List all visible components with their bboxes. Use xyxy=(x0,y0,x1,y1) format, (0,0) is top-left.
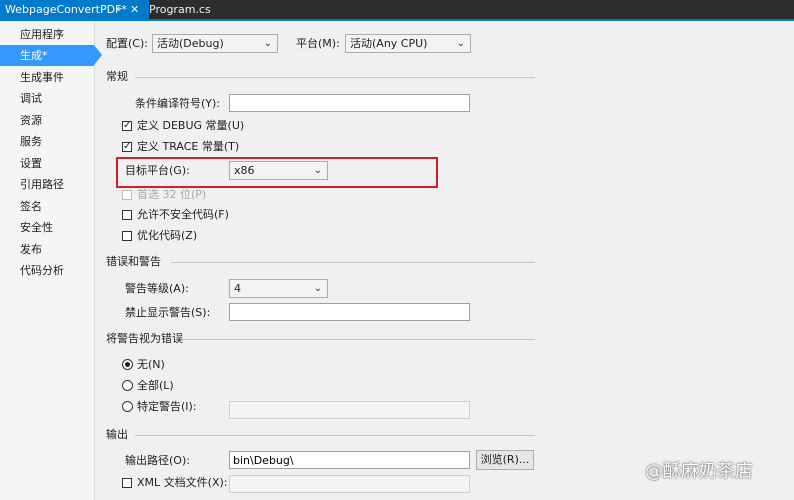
sidebar-item-services[interactable]: 服务 xyxy=(0,131,94,152)
sidebar-item-publish[interactable]: 发布 xyxy=(0,239,94,260)
target-platform-dropdown[interactable]: x86 ⌄ xyxy=(229,161,328,180)
close-icon[interactable]: ✕ xyxy=(130,0,139,19)
treat-none-label: 无(N) xyxy=(137,358,165,371)
tab-webpageconvertpdf[interactable]: WebpageConvertPDF* ⌖ ✕ xyxy=(0,0,149,19)
warning-level-label: 警告等级(A): xyxy=(125,282,189,295)
suppress-warnings-input[interactable] xyxy=(229,303,470,321)
optimize-code-checkbox[interactable] xyxy=(122,231,132,241)
sidebar-item-code-analysis[interactable]: 代码分析 xyxy=(0,260,94,281)
sidebar-item-reference-paths[interactable]: 引用路径 xyxy=(0,174,94,195)
platform-label: 平台(M): xyxy=(296,37,340,50)
prefer-32bit-checkbox xyxy=(122,190,132,200)
output-path-input[interactable] xyxy=(229,451,470,469)
sidebar-item-application[interactable]: 应用程序 xyxy=(0,24,94,45)
chevron-down-icon: ⌄ xyxy=(313,165,322,176)
conditional-symbols-label: 条件编译符号(Y): xyxy=(135,97,221,110)
platform-value: 活动(Any CPU) xyxy=(350,37,428,50)
prefer-32bit-label: 首选 32 位(P) xyxy=(137,188,207,201)
target-platform-value: x86 xyxy=(234,164,255,177)
xml-doc-checkbox[interactable] xyxy=(122,478,132,488)
specific-warnings-input xyxy=(229,401,470,419)
allow-unsafe-label: 允许不安全代码(F) xyxy=(137,208,229,221)
optimize-code-label: 优化代码(Z) xyxy=(137,229,198,242)
watermark-text: @酥麻奶茶店 xyxy=(645,461,753,482)
chevron-down-icon: ⌄ xyxy=(263,38,272,49)
pin-icon[interactable]: ⌖ xyxy=(116,0,122,19)
section-errors-heading: 错误和警告 xyxy=(106,255,161,268)
section-output-heading: 输出 xyxy=(106,428,128,441)
document-tab-strip: WebpageConvertPDF* ⌖ ✕ Program.cs xyxy=(0,0,794,21)
properties-sidebar: 应用程序 生成* 生成事件 调试 资源 服务 设置 引用路径 签名 安全性 发布… xyxy=(0,21,102,500)
define-trace-checkbox[interactable]: ✓ xyxy=(122,142,132,152)
define-debug-checkbox[interactable]: ✓ xyxy=(122,121,132,131)
suppress-warnings-label: 禁止显示警告(S): xyxy=(125,306,211,319)
sidebar-item-signing[interactable]: 签名 xyxy=(0,196,94,217)
sidebar-item-debug[interactable]: 调试 xyxy=(0,88,94,109)
treat-all-radio[interactable] xyxy=(122,380,133,391)
section-divider xyxy=(183,339,535,340)
warning-level-value: 4 xyxy=(234,282,241,295)
section-divider xyxy=(135,77,535,78)
section-general-heading: 常规 xyxy=(106,70,128,83)
define-debug-label: 定义 DEBUG 常量(U) xyxy=(137,119,245,132)
chevron-down-icon: ⌄ xyxy=(456,38,465,49)
config-dropdown[interactable]: 活动(Debug) ⌄ xyxy=(152,34,278,53)
section-divider xyxy=(171,262,535,263)
warning-level-dropdown[interactable]: 4 ⌄ xyxy=(229,279,328,298)
config-label: 配置(C): xyxy=(106,37,148,50)
allow-unsafe-checkbox[interactable] xyxy=(122,210,132,220)
define-trace-label: 定义 TRACE 常量(T) xyxy=(137,140,240,153)
treat-specific-radio[interactable] xyxy=(122,401,133,412)
tab-title: Program.cs xyxy=(149,3,211,16)
sidebar-item-settings[interactable]: 设置 xyxy=(0,153,94,174)
conditional-symbols-input[interactable] xyxy=(229,94,470,112)
chevron-down-icon: ⌄ xyxy=(313,283,322,294)
treat-specific-label: 特定警告(I): xyxy=(137,400,197,413)
sidebar-item-security[interactable]: 安全性 xyxy=(0,217,94,238)
section-divider xyxy=(135,435,535,436)
browse-button[interactable]: 浏览(R)... xyxy=(476,450,534,470)
treat-none-radio[interactable] xyxy=(122,359,133,370)
target-platform-label: 目标平台(G): xyxy=(125,164,190,177)
output-path-label: 输出路径(O): xyxy=(125,454,190,467)
build-properties-panel: 配置(C): 活动(Debug) ⌄ 平台(M): 活动(Any CPU) ⌄ … xyxy=(95,21,794,500)
xml-doc-label: XML 文档文件(X): xyxy=(137,476,228,489)
section-treat-warnings-heading: 将警告视为错误 xyxy=(106,332,183,345)
tab-title: WebpageConvertPDF* xyxy=(5,3,127,16)
treat-all-label: 全部(L) xyxy=(137,379,174,392)
tab-program-cs[interactable]: Program.cs xyxy=(144,0,218,19)
sidebar-item-build[interactable]: 生成* xyxy=(0,45,102,66)
platform-dropdown[interactable]: 活动(Any CPU) ⌄ xyxy=(345,34,471,53)
sidebar-item-build-events[interactable]: 生成事件 xyxy=(0,67,94,88)
xml-doc-path-input xyxy=(229,475,470,493)
config-value: 活动(Debug) xyxy=(157,37,224,50)
sidebar-item-resources[interactable]: 资源 xyxy=(0,110,94,131)
